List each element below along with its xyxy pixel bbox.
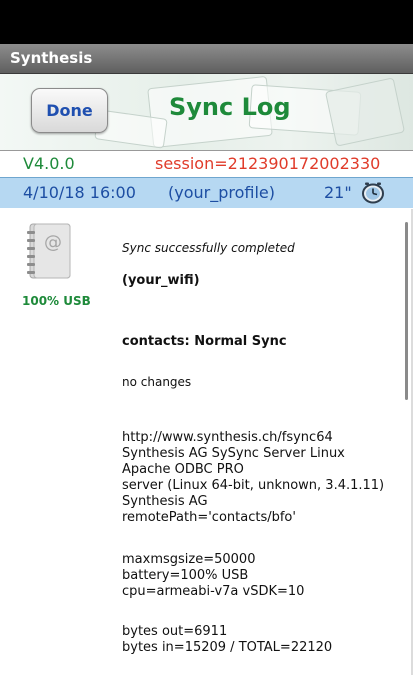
sync-status-text: Sync successfully completed: [122, 241, 295, 255]
usb-status: 100% USB: [22, 294, 91, 308]
title-bar: Synthesis: [0, 44, 413, 74]
version-label: V4.0.0: [23, 154, 75, 173]
sync-datetime: 4/10/18 16:00: [23, 183, 136, 202]
app-title: Synthesis: [10, 49, 93, 67]
server-version: server (Linux 64-bit, unknown, 3.4.1.11): [122, 478, 385, 493]
datastore-title: contacts: Normal Sync: [122, 334, 287, 349]
version-row: V4.0.0 session=212390172002330: [0, 150, 413, 177]
app-window: Synthesis Done Sync Log V4.0.0 session=2…: [0, 0, 413, 675]
svg-text:@: @: [44, 232, 62, 253]
banner-decoration: [324, 77, 406, 147]
sync-duration: 21": [324, 183, 352, 202]
status-bar: [0, 0, 413, 44]
scrollbar[interactable]: [405, 222, 408, 400]
device-info: maxmsgsize=50000 battery=100% USB cpu=ar…: [122, 552, 402, 600]
server-name: Synthesis AG SySync Server Linux: [122, 446, 345, 461]
page-title: Sync Log: [169, 93, 291, 121]
battery-info: battery=100% USB: [122, 568, 249, 583]
server-vendor: Synthesis AG: [122, 494, 208, 509]
content-margin: [0, 209, 12, 675]
bytes-in: bytes in=15209 / TOTAL=22120: [122, 640, 333, 655]
done-button[interactable]: Done: [31, 88, 108, 133]
server-product: Apache ODBC PRO: [122, 462, 244, 477]
server-info: http://www.synthesis.ch/fsync64 Synthesi…: [122, 430, 402, 526]
bytes-out: bytes out=6911: [122, 624, 228, 639]
remote-path: remotePath='contacts/bfo': [122, 510, 296, 525]
profile-name: (your_profile): [168, 183, 275, 202]
bytes-info: bytes out=6911 bytes in=15209 / TOTAL=22…: [122, 624, 402, 656]
max-msg-size: maxmsgsize=50000: [122, 552, 256, 567]
address-book-icon: @: [27, 223, 71, 279]
cpu-info: cpu=armeabi-v7a vSDK=10: [122, 584, 305, 599]
wifi-name: (your_wifi): [122, 273, 200, 288]
sync-summary-row[interactable]: 4/10/18 16:00 (your_profile) 21": [0, 177, 413, 208]
clock-icon: [362, 182, 384, 204]
changes-text: no changes: [122, 375, 192, 389]
session-label: session=212390172002330: [155, 154, 381, 173]
server-url: http://www.synthesis.ch/fsync64: [122, 430, 333, 445]
